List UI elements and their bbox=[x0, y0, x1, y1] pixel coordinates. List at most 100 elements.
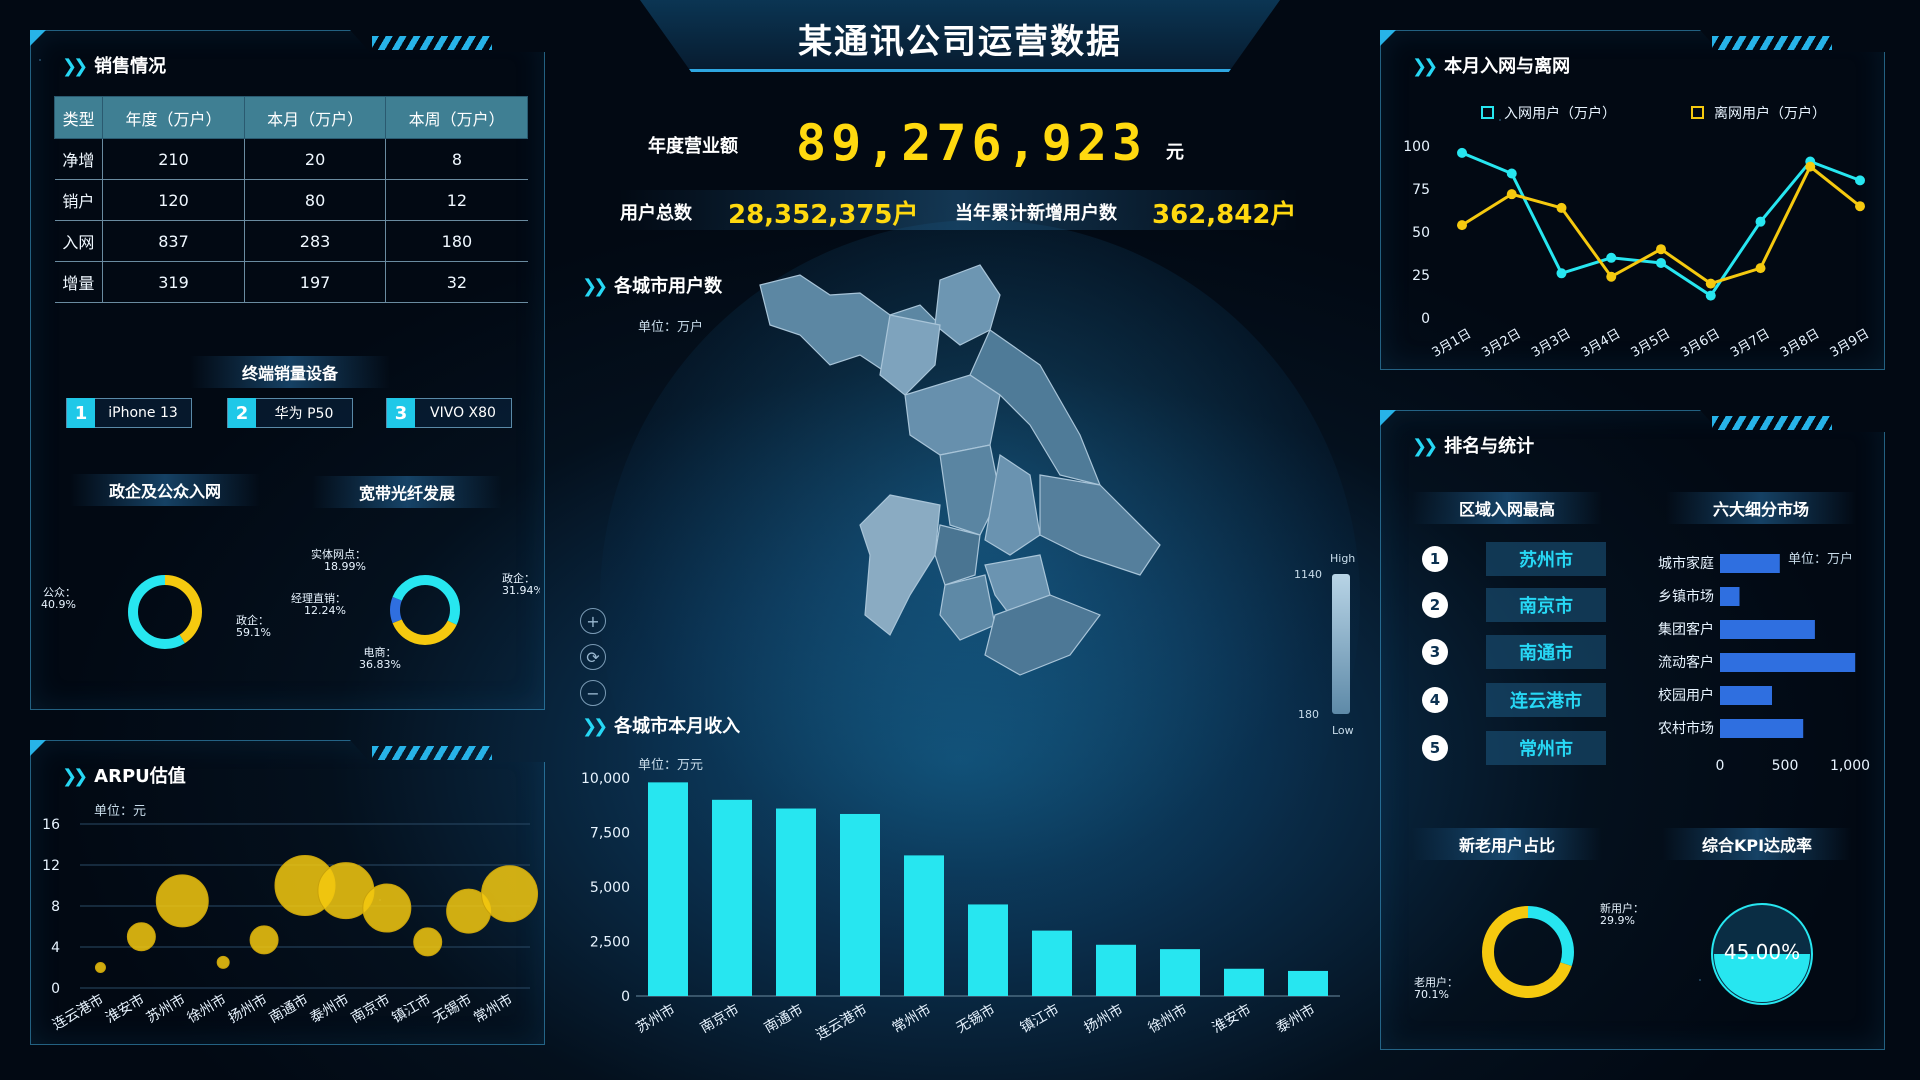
donut-label: 新用户： bbox=[1600, 901, 1644, 915]
device-rank: 1 bbox=[67, 398, 95, 428]
fiber-title: 宽带光纤发展 bbox=[312, 476, 502, 508]
bar bbox=[1160, 949, 1200, 996]
table-cell: 32 bbox=[385, 261, 528, 303]
panel-corner-decoration bbox=[30, 30, 46, 46]
map-region-zhenjiang[interactable] bbox=[934, 524, 981, 586]
table-row: 入网 837 283 180 bbox=[54, 220, 528, 262]
table-cell: 319 bbox=[102, 261, 245, 303]
bar bbox=[1720, 653, 1856, 672]
map-region-suqian[interactable] bbox=[879, 314, 941, 396]
series-point bbox=[1606, 271, 1617, 282]
x-tick-label: 3月1日 bbox=[1430, 326, 1474, 360]
y-tick-label: 50 bbox=[1412, 225, 1430, 241]
device-item-3[interactable]: 3 VIVO X80 bbox=[386, 398, 512, 428]
map-region-nantong[interactable] bbox=[1039, 474, 1161, 576]
y-tick-label: 2,500 bbox=[590, 935, 630, 951]
zoom-out-button[interactable]: − bbox=[580, 680, 606, 706]
region-rank-item-5[interactable]: 5 常州市 bbox=[1422, 731, 1606, 765]
region-rank-item-2[interactable]: 2 南京市 bbox=[1422, 588, 1606, 622]
donut-label: 36.83% bbox=[359, 658, 401, 671]
device-item-2[interactable]: 2 华为 P50 bbox=[227, 398, 353, 428]
x-tick-label: 扬州市 bbox=[225, 991, 270, 1027]
table-cell: 12 bbox=[385, 179, 528, 221]
region-ranking-title: 区域入网最高 bbox=[1412, 492, 1602, 524]
chevron-right-icon: ❯❯ bbox=[582, 716, 608, 737]
bubble-point bbox=[126, 922, 156, 952]
network-title-text: 本月入网与离网 bbox=[1444, 56, 1571, 77]
map-region-suzhou[interactable] bbox=[984, 594, 1101, 676]
x-tick-label: 南京市 bbox=[697, 1001, 742, 1037]
donut-label: 18.99% bbox=[324, 560, 366, 573]
x-tick-label: 南京市 bbox=[348, 991, 393, 1027]
rank-number: 1 bbox=[1422, 546, 1448, 572]
map-scale-min: 180 bbox=[1298, 708, 1319, 721]
y-tick-label: 8 bbox=[51, 899, 60, 915]
donut-label: 12.24% bbox=[304, 604, 346, 617]
rank-city: 南京市 bbox=[1486, 588, 1606, 622]
users-value: 28,352,375户 bbox=[728, 200, 919, 230]
x-tick-label: 500 bbox=[1772, 758, 1799, 774]
map-region-changzhou[interactable] bbox=[939, 574, 996, 641]
x-tick-label: 南通市 bbox=[266, 991, 311, 1027]
panel-stripe-decoration bbox=[372, 36, 492, 50]
region-rank-item-1[interactable]: 1 苏州市 bbox=[1422, 542, 1606, 576]
six-markets-bar-chart: 城市家庭乡镇市场集团客户流动客户校园用户农村市场 0 500 1,000 bbox=[1658, 554, 1870, 774]
y-tick-label: 12 bbox=[42, 858, 60, 874]
x-tick-label: 扬州市 bbox=[1081, 1001, 1126, 1037]
panel-corner-decoration bbox=[1380, 30, 1396, 46]
arpu-panel-title: ❯❯ ARPU估值 bbox=[62, 762, 186, 788]
x-tick-label: 无锡市 bbox=[430, 991, 475, 1027]
table-cell: 增量 bbox=[54, 261, 104, 303]
series-point bbox=[1755, 263, 1766, 274]
zoom-in-button[interactable]: + bbox=[580, 608, 606, 634]
revenue-unit: 元 bbox=[1166, 142, 1184, 163]
map-title-text: 各城市用户数 bbox=[614, 276, 723, 297]
bar bbox=[1096, 944, 1136, 996]
rank-number: 5 bbox=[1422, 735, 1448, 761]
x-tick-label: 常州市 bbox=[471, 991, 516, 1027]
new-old-donut-chart: 新用户：29.9% 老用户：70.1% bbox=[1414, 901, 1644, 1001]
region-rank-item-3[interactable]: 3 南通市 bbox=[1422, 635, 1606, 669]
revenue-label: 年度营业额 bbox=[648, 136, 738, 157]
donut-label: 70.1% bbox=[1414, 988, 1449, 1001]
device-item-1[interactable]: 1 iPhone 13 bbox=[66, 398, 192, 428]
table-row: 销户 120 80 12 bbox=[54, 179, 528, 221]
device-name: iPhone 13 bbox=[108, 405, 178, 421]
chevron-right-icon: ❯❯ bbox=[582, 276, 608, 297]
table-cell: 197 bbox=[244, 261, 387, 303]
x-tick-label: 连云港市 bbox=[813, 1001, 870, 1044]
bar bbox=[904, 855, 944, 996]
reset-view-button[interactable]: ⟳ bbox=[580, 644, 606, 670]
table-cell: 入网 bbox=[54, 220, 104, 262]
join-leave-line-chart: 02550751003月1日 3月2日 3月3日 3月4日 3月5日 3月6日 3月7日 3月… bbox=[1403, 105, 1872, 360]
column-header: 年度（万户） bbox=[102, 96, 245, 139]
series-point bbox=[1506, 189, 1517, 200]
panel-corner-decoration bbox=[1380, 410, 1396, 426]
rank-number: 2 bbox=[1422, 592, 1448, 618]
region-rank-item-4[interactable]: 4 连云港市 bbox=[1422, 683, 1606, 717]
x-tick-label: 淮安市 bbox=[1209, 1001, 1254, 1037]
legend-label: 离网用户（万户） bbox=[1714, 105, 1826, 122]
panel-stripe-decoration bbox=[1712, 36, 1832, 50]
rank-city: 南通市 bbox=[1486, 635, 1606, 669]
y-tick-label: 乡镇市场 bbox=[1658, 588, 1714, 605]
y-tick-label: 7,500 bbox=[590, 826, 630, 842]
rank-number: 3 bbox=[1422, 639, 1448, 665]
chevron-right-icon: ❯❯ bbox=[62, 56, 88, 77]
series-line bbox=[1461, 151, 1861, 298]
device-rank: 3 bbox=[387, 398, 415, 428]
map-region-nanjing[interactable] bbox=[859, 494, 941, 636]
map-scale-bar[interactable] bbox=[1332, 574, 1350, 714]
x-tick-label: 3月8日 bbox=[1778, 326, 1822, 360]
rank-number: 4 bbox=[1422, 687, 1448, 713]
y-tick-label: 25 bbox=[1412, 268, 1430, 284]
rank-city: 连云港市 bbox=[1486, 683, 1606, 717]
new-users-value: 362,842户 bbox=[1152, 200, 1297, 230]
kpi-title: 综合KPI达成率 bbox=[1662, 828, 1852, 860]
table-cell: 210 bbox=[102, 138, 245, 180]
bar bbox=[1720, 554, 1780, 573]
x-tick-label: 泰州市 bbox=[307, 991, 352, 1027]
series-point bbox=[1506, 168, 1517, 179]
bar bbox=[1720, 587, 1740, 606]
map-region-huaian[interactable] bbox=[904, 374, 1001, 456]
